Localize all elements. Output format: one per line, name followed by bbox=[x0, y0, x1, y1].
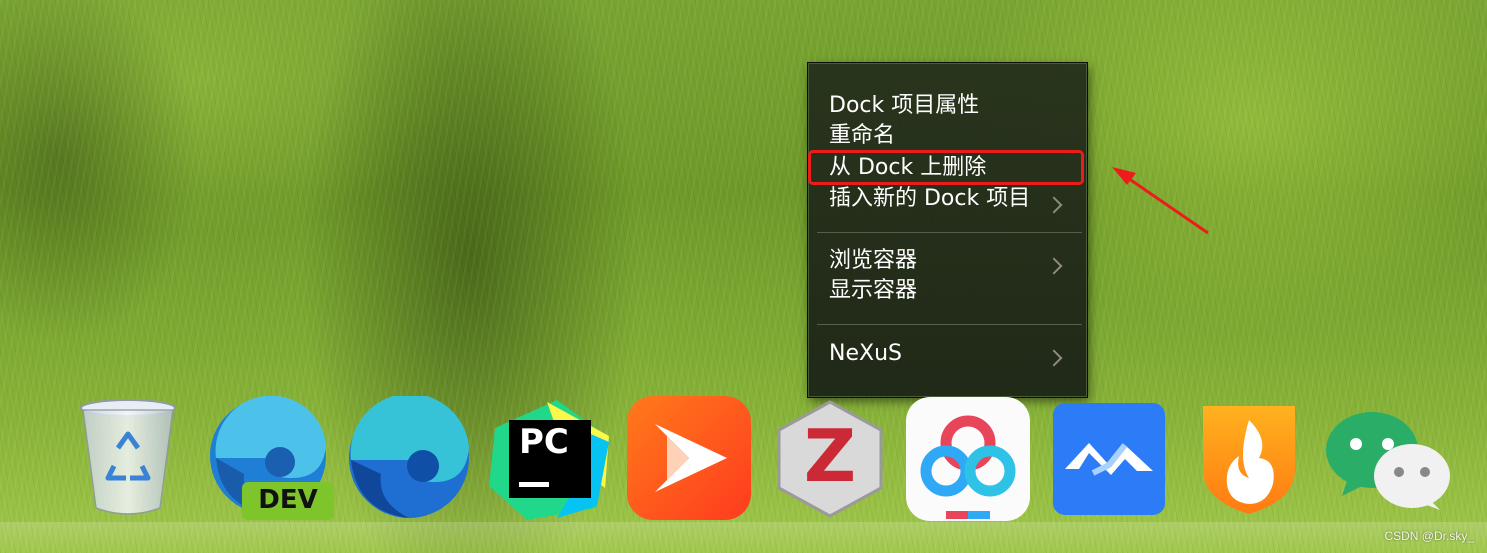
dock-reflection bbox=[0, 522, 1487, 553]
recycle-bin-icon bbox=[80, 399, 176, 515]
dock-item-recycle-bin[interactable] bbox=[78, 398, 178, 518]
menu-item-rename[interactable]: 重命名 bbox=[829, 121, 895, 151]
zotero-label: Z bbox=[803, 414, 857, 498]
dock-item-pycharm[interactable]: PC bbox=[487, 398, 611, 522]
menu-item-label: NeXuS bbox=[829, 341, 902, 366]
menu-item-label: 重命名 bbox=[829, 123, 896, 148]
dock-item-edge[interactable] bbox=[347, 393, 471, 520]
menu-separator bbox=[817, 232, 1082, 233]
shield-flame-icon bbox=[1203, 406, 1295, 514]
menu-item-dock-properties[interactable]: Dock 项目属性 bbox=[829, 91, 979, 121]
wechat-icon bbox=[1326, 412, 1450, 510]
menu-item-label: 显示容器 bbox=[829, 278, 918, 303]
cloud-icon bbox=[906, 397, 1030, 521]
play-icon bbox=[627, 396, 751, 520]
edge-icon bbox=[349, 393, 469, 518]
dock-context-menu: Dock 项目属性 重命名 从 Dock 上删除 插入新的 Dock 项目 浏览… bbox=[808, 63, 1087, 397]
chevron-right-icon bbox=[1045, 257, 1063, 275]
menu-item-nexus[interactable]: NeXuS bbox=[829, 339, 902, 369]
menu-item-insert-new-dock-item[interactable]: 插入新的 Dock 项目 bbox=[829, 184, 1069, 214]
dock-item-zotero[interactable]: Z bbox=[775, 400, 885, 518]
dev-badge-label: DEV bbox=[258, 485, 318, 515]
dock-item-huorong-security[interactable] bbox=[1199, 400, 1299, 516]
dock-item-edge-dev[interactable]: DEV bbox=[206, 395, 334, 522]
chevron-right-icon bbox=[1045, 349, 1063, 367]
dock-item-wechat[interactable] bbox=[1326, 410, 1456, 510]
menu-item-label: 插入新的 Dock 项目 bbox=[829, 186, 1031, 211]
pycharm-label: PC bbox=[519, 422, 569, 462]
red-arrow-annotation bbox=[1112, 167, 1209, 235]
menu-item-label: Dock 项目属性 bbox=[829, 93, 980, 118]
menu-item-browse-container[interactable]: 浏览容器 bbox=[829, 246, 917, 276]
dock-item-feishu-meeting[interactable] bbox=[1053, 403, 1165, 515]
menu-item-show-container[interactable]: 显示容器 bbox=[829, 276, 917, 306]
menu-item-label: 浏览容器 bbox=[829, 248, 918, 273]
dock-item-baidu-netdisk[interactable] bbox=[906, 397, 1030, 521]
menu-separator bbox=[817, 324, 1082, 325]
watermark: CSDN @Dr.sky_ bbox=[1384, 529, 1474, 543]
highlight-box bbox=[808, 150, 1084, 185]
meeting-icon bbox=[1053, 403, 1165, 515]
dev-badge: DEV bbox=[242, 482, 334, 520]
dock-item-xunlei-player[interactable] bbox=[627, 396, 751, 520]
